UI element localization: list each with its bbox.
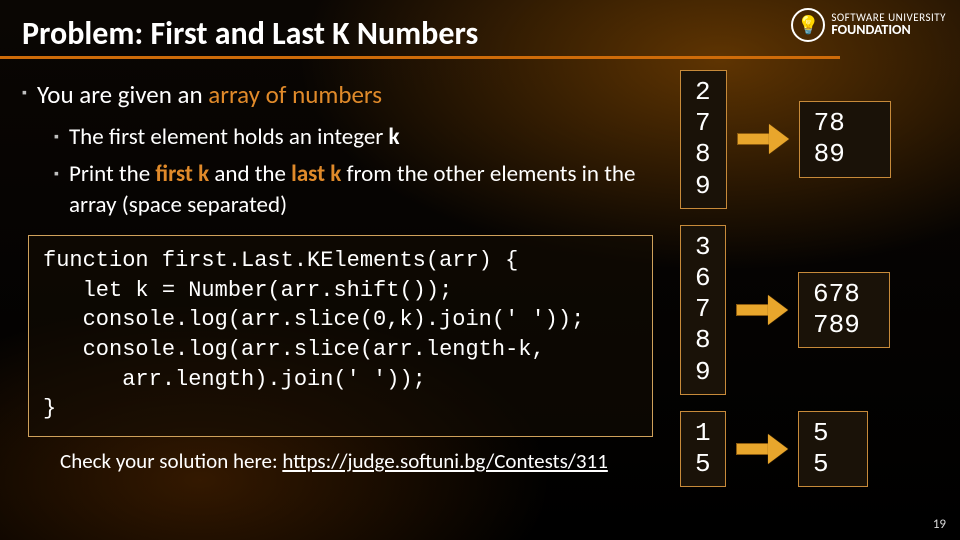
- example-output: 78 89: [799, 101, 891, 177]
- check-label: Check your solution here:: [60, 448, 282, 474]
- bullet-icon: ▪: [54, 122, 59, 153]
- examples-column: 2 7 8 9 78 89 3 6 7 8 9 678 789 1 5 5 5: [680, 70, 950, 503]
- bullet2a-k: k: [389, 123, 400, 151]
- arrow-icon: [736, 436, 788, 462]
- check-solution-line: Check your solution here: https://judge.…: [60, 447, 642, 475]
- content-area: ▪ You are given an array of numbers ▪ Th…: [22, 78, 642, 475]
- bullet2b-firstk: first k: [155, 160, 209, 188]
- example-row: 3 6 7 8 9 678 789: [680, 225, 950, 395]
- brand-logo: 💡 SOFTWARE UNIVERSITY FOUNDATION: [791, 8, 946, 42]
- code-block: function first.Last.KElements(arr) { let…: [28, 235, 653, 437]
- bullet2b-pre: Print the: [69, 160, 155, 188]
- example-input: 1 5: [680, 411, 726, 487]
- example-output: 5 5: [798, 411, 868, 487]
- arrow-icon: [737, 126, 789, 152]
- slide-title: Problem: First and Last K Numbers: [22, 14, 478, 53]
- example-row: 1 5 5 5: [680, 411, 950, 487]
- example-input: 3 6 7 8 9: [680, 225, 726, 395]
- page-number: 19: [933, 517, 946, 532]
- bullet1-highlight: array of numbers: [208, 79, 382, 110]
- logo-text-bottom: FOUNDATION: [831, 23, 946, 38]
- bullet1-text-pre: You are given an: [37, 79, 208, 110]
- example-output: 678 789: [798, 272, 890, 348]
- bullet-icon: ▪: [54, 159, 59, 221]
- example-input: 2 7 8 9: [680, 70, 727, 209]
- example-row: 2 7 8 9 78 89: [680, 70, 950, 209]
- title-underline: [0, 56, 840, 59]
- bullet2a-text: The first element holds an integer: [69, 123, 389, 151]
- bullet2b-lastk: last k: [291, 160, 341, 188]
- bullet-icon: ▪: [22, 78, 27, 112]
- bullet-level1: ▪ You are given an array of numbers: [22, 78, 642, 112]
- lightbulb-icon: 💡: [791, 8, 825, 42]
- bullet-level2: ▪ The first element holds an integer k: [54, 122, 642, 153]
- bullet-level2: ▪ Print the first k and the last k from …: [54, 159, 642, 221]
- solution-link[interactable]: https://judge.softuni.bg/Contests/311: [282, 448, 608, 474]
- arrow-icon: [736, 297, 788, 323]
- bullet2b-mid: and the: [209, 160, 291, 188]
